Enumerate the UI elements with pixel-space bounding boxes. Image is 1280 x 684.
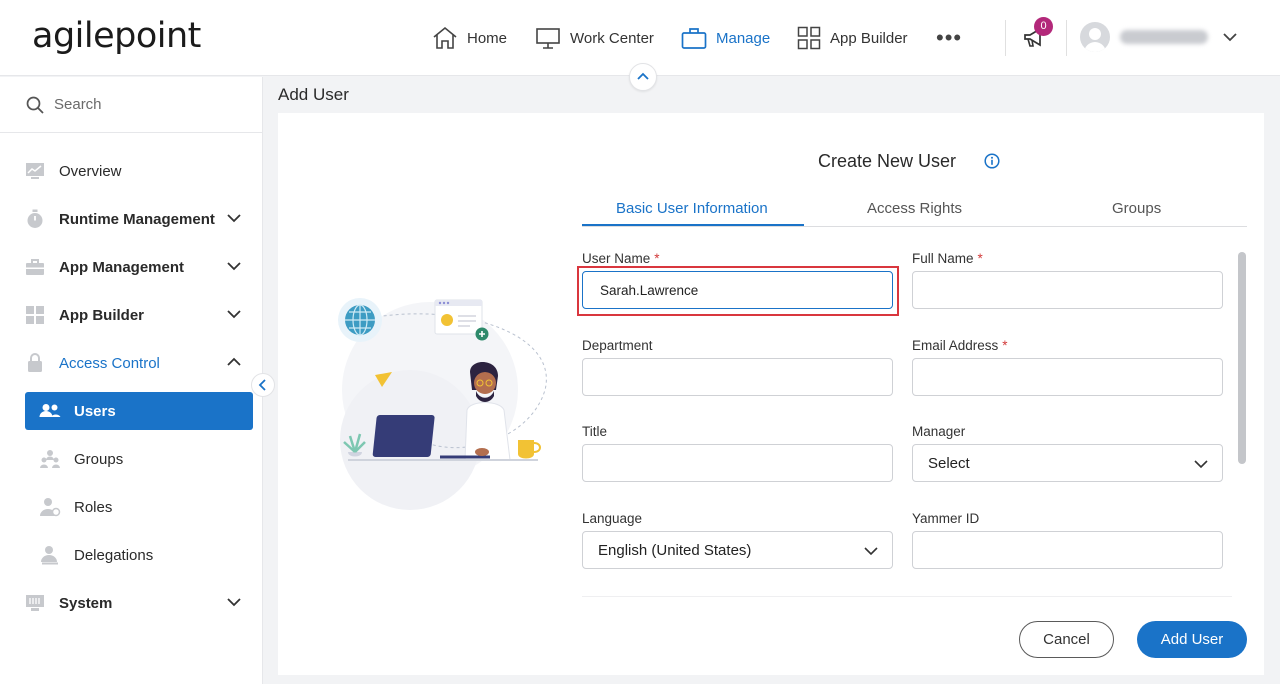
tab-access-rights[interactable]: Access Rights [867,200,962,217]
chevron-up-icon [637,72,649,80]
email-input[interactable] [912,358,1223,396]
sidebar-item-label: App Builder [59,306,144,324]
active-tab-indicator [582,224,804,226]
divider [1005,20,1006,56]
search-icon [26,96,44,114]
sidebar: Search Overview Runtime Management App M… [0,77,263,684]
monitor-icon [536,28,560,49]
sidebar-item-users[interactable]: Users [25,392,253,430]
chevron-down-icon [227,598,241,607]
language-label: Language [582,511,643,526]
email-label: Email Address * [912,338,1008,353]
sidebar-item-label: Access Control [59,354,160,372]
sidebar-item-label: Delegations [74,546,154,564]
chevron-left-icon [258,379,266,391]
chevron-down-icon [1194,460,1208,469]
add-user-illustration [338,298,547,510]
full-name-label: Full Name * [912,251,983,266]
tab-groups[interactable]: Groups [1112,200,1161,217]
yammer-id-input[interactable] [912,531,1223,569]
users-icon [39,404,61,417]
title-label: Title [582,424,608,439]
chart-icon [26,163,44,179]
cancel-button[interactable]: Cancel [1019,621,1114,658]
sidebar-item-label: Groups [74,450,124,468]
form-tabs: Basic User Information Access Rights Gro… [582,196,1247,227]
form-scroll-edge [582,596,1232,606]
yammer-id-label: Yammer ID [912,511,980,526]
chevron-down-icon [227,214,241,223]
username-blurred[interactable] [1120,30,1208,44]
form-scrollbar[interactable] [1238,252,1246,464]
more-menu-icon[interactable]: ••• [936,27,962,49]
nav-app-builder[interactable]: App Builder [797,24,908,52]
nav-work-center-label: Work Center [570,29,654,47]
sidebar-search[interactable]: Search [0,77,262,133]
server-icon [26,595,44,611]
info-icon[interactable] [984,153,1000,169]
chevron-down-icon [227,310,241,319]
language-select[interactable]: English (United States) [582,531,893,569]
stopwatch-icon [27,209,43,228]
collapse-header-button[interactable] [629,63,657,91]
toolbox-icon [26,259,44,275]
manager-select-value: Select [928,454,970,472]
nav-home-label: Home [467,29,508,47]
sidebar-item-access-control[interactable]: Access Control [24,344,253,382]
collapse-sidebar-button[interactable] [251,373,275,397]
user-name-input[interactable] [582,271,893,309]
roles-icon [40,498,61,517]
sidebar-item-app-builder[interactable]: App Builder [24,296,253,334]
nav-work-center[interactable]: Work Center [535,24,654,52]
lock-icon [28,353,42,372]
manager-label: Manager [912,424,966,439]
department-label: Department [582,338,653,353]
agilepoint-logo[interactable]: agilepoint [32,16,201,56]
full-name-input[interactable] [912,271,1223,309]
avatar[interactable] [1080,22,1110,52]
sidebar-item-label: Overview [59,162,122,180]
manager-select[interactable]: Select [912,444,1223,482]
user-name-label: User Name * [582,251,660,266]
chevron-up-icon [227,357,241,366]
sidebar-item-roles[interactable]: Roles [25,488,253,526]
sidebar-item-label: Users [74,402,116,420]
nav-manage-label: Manage [716,29,771,47]
delegations-icon [41,546,58,565]
search-placeholder: Search [54,96,102,113]
language-select-value: English (United States) [598,541,752,559]
divider [1066,20,1067,56]
chevron-down-icon[interactable] [1222,30,1238,44]
sidebar-item-label: Runtime Management [59,210,215,228]
sidebar-item-app-management[interactable]: App Management [24,248,253,286]
sidebar-item-runtime-management[interactable]: Runtime Management [24,200,253,238]
form-title: Create New User [818,151,957,171]
add-user-button[interactable]: Add User [1137,621,1247,658]
chevron-down-icon [864,547,878,556]
chevron-down-icon [227,262,241,271]
notification-badge: 0 [1034,17,1053,36]
home-icon [433,26,457,49]
sidebar-item-label: System [59,594,113,612]
grid-icon [797,26,821,50]
sidebar-item-label: Roles [74,498,113,516]
nav-app-builder-label: App Builder [830,29,908,47]
tab-basic-user-information[interactable]: Basic User Information [616,200,768,217]
sidebar-item-overview[interactable]: Overview [24,152,253,190]
nav-home[interactable]: Home [432,24,507,52]
groups-icon [40,450,60,468]
apps-icon [26,306,44,324]
title-input[interactable] [582,444,893,482]
nav-manage[interactable]: Manage [681,24,770,52]
sidebar-item-system[interactable]: System [24,584,253,622]
sidebar-item-label: App Management [59,258,185,276]
briefcase-icon [681,28,707,49]
page-title: Add User [278,85,349,104]
department-input[interactable] [582,358,893,396]
sidebar-item-groups[interactable]: Groups [25,440,253,478]
sidebar-item-delegations[interactable]: Delegations [25,536,253,574]
